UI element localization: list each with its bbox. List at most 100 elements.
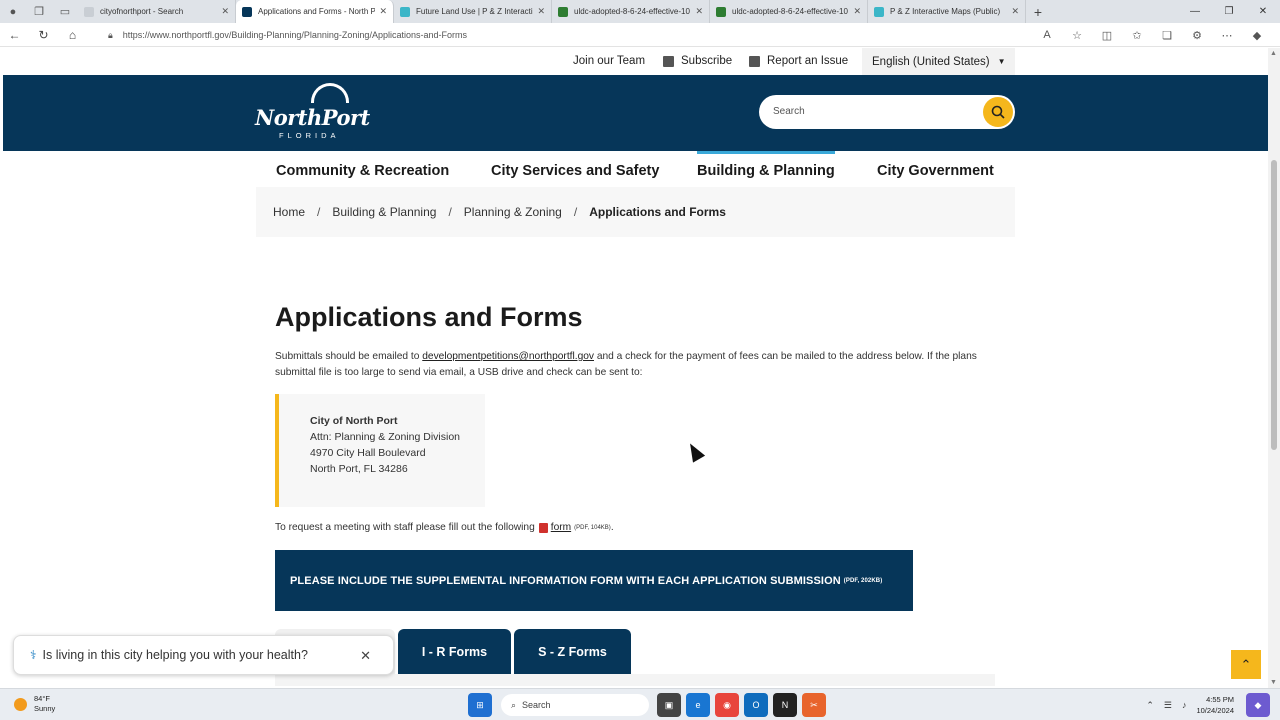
chrome-icon[interactable]: ◉ <box>715 693 739 717</box>
meeting-form-link[interactable]: form <box>551 522 571 533</box>
north-port-logo[interactable]: NorthPort FLORIDA <box>255 83 370 143</box>
site-header: NorthPort FLORIDA Search <box>3 75 1268 151</box>
new-tab-icon[interactable]: + <box>1026 4 1050 20</box>
site-search: Search <box>759 95 1015 129</box>
extensions-icon[interactable]: ⚙ <box>1182 29 1212 42</box>
scroll-down-arrow-icon[interactable]: ▼ <box>1270 679 1277 686</box>
join-team-link[interactable]: Join our Team <box>573 55 645 67</box>
scrollbar-thumb[interactable] <box>1271 160 1277 450</box>
url-field[interactable]: 🔒︎ https://www.northportfl.gov/Building-… <box>104 26 1104 44</box>
show-hidden-icons-icon[interactable]: ⌃ <box>1146 700 1154 711</box>
breadcrumb-separator: / <box>448 205 452 219</box>
page-scrollbar[interactable]: ▲ ▼ <box>1268 48 1280 688</box>
document-favicon-icon <box>558 6 568 17</box>
browser-tab[interactable]: uldc-adopted-8-6-24-effective-10 ✕ <box>552 0 710 23</box>
utility-bar: Join our Team Subscribe Report an Issue … <box>0 48 1268 75</box>
minimize-icon[interactable]: — <box>1178 0 1212 23</box>
logo-sun-arc <box>311 83 349 103</box>
ndi-app-icon[interactable]: N <box>773 693 797 717</box>
tab-forms-s-z[interactable]: S - Z Forms <box>514 629 631 674</box>
taskbar-search[interactable]: ⌕ Search <box>501 694 649 716</box>
arcgis-favicon-icon <box>400 6 410 17</box>
mouse-cursor-icon <box>684 440 706 463</box>
close-tab-icon[interactable]: ✕ <box>379 6 387 17</box>
breadcrumb-planning-zoning[interactable]: Planning & Zoning <box>464 205 562 219</box>
profile-icon[interactable]: ● <box>0 0 26 23</box>
breadcrumb-current: Applications and Forms <box>589 205 726 219</box>
page-title: Applications and Forms <box>275 302 583 332</box>
close-icon[interactable]: ✕ <box>360 648 371 664</box>
nav-city-services-safety[interactable]: City Services and Safety <box>491 163 659 179</box>
browser-tab-active[interactable]: Applications and Forms - North P ✕ <box>236 0 394 23</box>
scroll-up-arrow-icon[interactable]: ▲ <box>1270 50 1277 57</box>
breadcrumb-building-planning[interactable]: Building & Planning <box>332 205 436 219</box>
lock-icon: 🔒︎ <box>108 29 113 40</box>
search-button[interactable] <box>983 97 1013 127</box>
language-select[interactable]: English (United States) ▼ <box>862 48 1015 75</box>
windows-taskbar: 84°F Sunny ⊞ ⌕ Search ▣ e ◉ O N ✂ ⌃ ☰ ♪ … <box>0 688 1280 720</box>
mailing-address-callout: City of North Port Attn: Planning & Zoni… <box>275 394 485 507</box>
tab-forms-i-r[interactable]: I - R Forms <box>398 629 511 674</box>
scroll-to-top-button[interactable]: ⌃ <box>1231 650 1261 679</box>
edge-browser-icon[interactable]: e <box>686 693 710 717</box>
volume-icon[interactable]: ♪ <box>1182 700 1187 710</box>
refresh-icon[interactable]: ↻ <box>29 28 58 42</box>
snipping-tool-icon[interactable]: ✂ <box>802 693 826 717</box>
split-screen-icon[interactable]: ◫ <box>1092 29 1122 42</box>
weather-widget[interactable]: 84°F Sunny <box>14 694 55 714</box>
home-icon[interactable]: ⌂ <box>58 28 87 42</box>
network-icon[interactable]: ☰ <box>1164 700 1172 711</box>
intro-paragraph: Submittals should be emailed to developm… <box>275 351 977 378</box>
chevron-down-icon: ▼ <box>997 57 1006 66</box>
tab-actions-icon[interactable]: ▭ <box>52 0 78 23</box>
breadcrumb-separator: / <box>317 205 321 219</box>
back-icon[interactable]: ← <box>0 28 29 42</box>
workspaces-icon[interactable]: ❐ <box>26 0 52 23</box>
pdf-size-label: (PDF, 202KB) <box>843 577 883 584</box>
email-link[interactable]: developmentpetitions@northportfl.gov <box>422 351 594 362</box>
close-tab-icon[interactable]: ✕ <box>221 6 229 17</box>
close-tab-icon[interactable]: ✕ <box>695 6 703 17</box>
browser-tab[interactable]: uldc-adopted-8-6-24-effective-10 ✕ <box>710 0 868 23</box>
windows-start-icon[interactable]: ⊞ <box>468 693 492 717</box>
northport-favicon-icon <box>242 6 252 17</box>
read-aloud-icon[interactable]: A <box>1032 29 1062 41</box>
taskbar-apps: ⊞ ⌕ Search ▣ e ◉ O N ✂ <box>468 693 831 717</box>
sun-icon <box>14 697 27 711</box>
main-navigation: Community & Recreation City Services and… <box>0 151 1268 186</box>
subscribe-link[interactable]: Subscribe <box>663 55 732 67</box>
health-survey-popup[interactable]: ⚕ Is living in this city helping you wit… <box>13 635 394 675</box>
close-window-icon[interactable]: ✕ <box>1246 0 1280 23</box>
browser-tab[interactable]: P & Z Interactive Maps (Public) ✕ <box>868 0 1026 23</box>
copilot-icon[interactable]: ◆ <box>1242 29 1272 42</box>
document-favicon-icon <box>716 6 726 17</box>
close-tab-icon[interactable]: ✕ <box>537 6 545 17</box>
search-icon: ⌕ <box>511 699 517 710</box>
more-menu-icon[interactable]: ⋯ <box>1212 29 1242 42</box>
clock[interactable]: 4:55 PM 10/24/2024 <box>1196 694 1234 716</box>
stethoscope-icon: ⚕ <box>30 648 37 662</box>
nav-community-recreation[interactable]: Community & Recreation <box>276 163 449 179</box>
supplemental-form-banner[interactable]: PLEASE INCLUDE THE SUPPLEMENTAL INFORMAT… <box>275 550 913 611</box>
favorites-icon[interactable]: ✩ <box>1122 29 1152 42</box>
browser-tab[interactable]: cityofnorthport - Search ✕ <box>78 0 236 23</box>
report-issue-link[interactable]: Report an Issue <box>749 55 848 67</box>
browser-tab[interactable]: Future Land Use | P & Z Interacti ✕ <box>394 0 552 23</box>
nav-city-government[interactable]: City Government <box>877 163 994 179</box>
search-input[interactable]: Search <box>773 106 805 117</box>
copilot-icon[interactable]: ◆ <box>1246 693 1270 717</box>
active-nav-indicator <box>697 151 835 154</box>
close-tab-icon[interactable]: ✕ <box>853 6 861 17</box>
task-view-icon[interactable]: ▣ <box>657 693 681 717</box>
outlook-icon[interactable]: O <box>744 693 768 717</box>
pdf-size-label: (PDF, 104KB) <box>574 524 611 531</box>
breadcrumb-home[interactable]: Home <box>273 205 305 219</box>
close-tab-icon[interactable]: ✕ <box>1011 6 1019 17</box>
favorite-star-icon[interactable]: ☆ <box>1062 29 1092 42</box>
system-tray: ⌃ ☰ ♪ 4:55 PM 10/24/2024 ◆ <box>1146 693 1270 717</box>
maximize-icon[interactable]: ❐ <box>1212 0 1246 23</box>
collections-icon[interactable]: ❏ <box>1152 29 1182 42</box>
browser-toolbar: A ☆ ◫ ✩ ❏ ⚙ ⋯ ◆ <box>1032 23 1272 47</box>
browser-tab-bar: ● ❐ ▭ cityofnorthport - Search ✕ Applicat… <box>0 0 1280 23</box>
nav-building-planning[interactable]: Building & Planning <box>697 163 835 179</box>
